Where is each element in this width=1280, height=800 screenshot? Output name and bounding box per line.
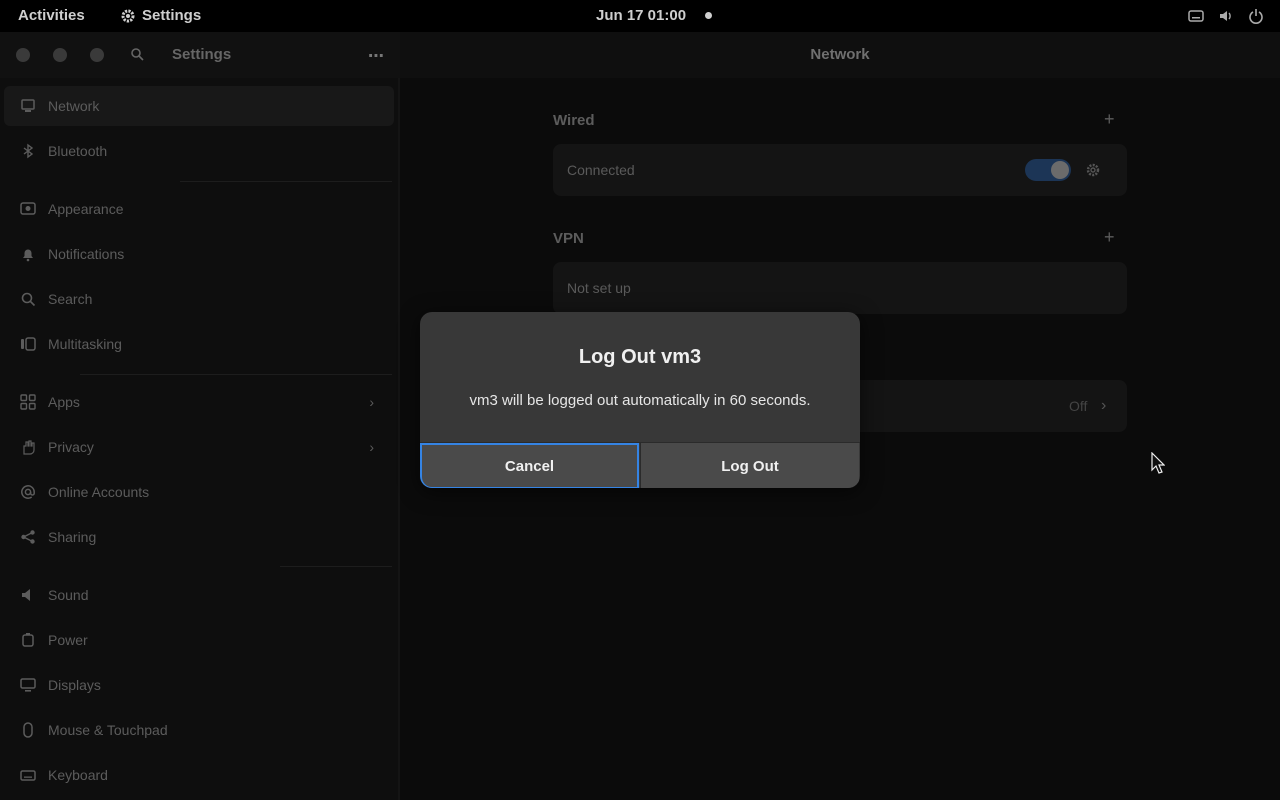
proxy-status: Off <box>1069 398 1088 414</box>
wired-status: Connected <box>567 162 635 178</box>
sidebar-item-bluetooth[interactable]: Bluetooth <box>4 131 394 171</box>
sidebar: Network Bluetooth Appearance Notificatio… <box>0 78 400 800</box>
multitasking-icon <box>21 337 36 351</box>
vpn-section-title: VPN <box>553 230 584 247</box>
vpn-row: Not set up <box>553 262 1127 314</box>
appearance-icon <box>20 202 36 215</box>
bluetooth-icon <box>23 143 34 159</box>
top-bar: Activities Settings Jun 17 01:00 <box>0 0 1280 32</box>
wired-section-title: Wired <box>553 112 595 129</box>
restore-icon[interactable] <box>53 48 67 62</box>
sidebar-item-displays[interactable]: Displays <box>4 665 394 705</box>
keyboard-layout-icon[interactable] <box>1188 8 1204 24</box>
main-header: Network <box>400 32 1280 78</box>
vpn-status: Not set up <box>567 280 631 296</box>
sidebar-item-sound[interactable]: Sound <box>4 575 394 615</box>
gear-icon <box>121 9 135 22</box>
sidebar-item-appearance[interactable]: Appearance <box>4 189 394 229</box>
dialog-title: Log Out vm3 <box>578 346 702 368</box>
sidebar-item-online-accounts[interactable]: Online Accounts <box>4 472 394 512</box>
sidebar-item-label: Power <box>48 632 88 648</box>
wired-connection-row[interactable]: Connected <box>553 144 1127 196</box>
sidebar-item-power[interactable]: Power <box>4 620 394 660</box>
sidebar-item-label: Mouse & Touchpad <box>48 722 168 738</box>
sidebar-item-network[interactable]: Network <box>4 86 394 126</box>
keyboard-icon <box>20 770 36 781</box>
logout-dialog: Log Out vm3 vm3 will be logged out autom… <box>420 312 860 488</box>
add-vpn-icon[interactable]: + <box>1104 227 1115 248</box>
sidebar-item-keyboard[interactable]: Keyboard <box>4 755 394 795</box>
sidebar-item-label: Bluetooth <box>48 143 108 159</box>
dialog-buttons: Cancel Log Out <box>420 442 860 488</box>
sidebar-item-apps[interactable]: Apps › <box>4 382 394 422</box>
sidebar-header: Settings ⋯ <box>0 32 400 78</box>
hand-icon <box>23 440 35 455</box>
chevron-right-icon: › <box>369 394 374 410</box>
search-icon[interactable] <box>130 47 144 61</box>
speaker-icon <box>22 589 30 601</box>
sidebar-item-privacy[interactable]: Privacy › <box>4 427 394 467</box>
sidebar-item-label: Online Accounts <box>48 484 150 500</box>
sidebar-item-label: Multitasking <box>48 336 122 352</box>
log-out-button[interactable]: Log Out <box>640 443 859 488</box>
more-menu-icon[interactable]: ⋯ <box>368 46 385 66</box>
network-icon <box>21 99 35 112</box>
sidebar-item-search[interactable]: Search <box>4 279 394 319</box>
sidebar-separator <box>80 374 392 375</box>
notification-dot-icon <box>705 12 712 19</box>
sidebar-item-notifications[interactable]: Notifications <box>4 234 394 274</box>
sidebar-separator <box>180 181 392 182</box>
sidebar-item-label: Search <box>48 291 93 307</box>
activities-button[interactable]: Activities <box>18 7 85 24</box>
sidebar-separator <box>280 566 392 567</box>
sidebar-item-multitasking[interactable]: Multitasking <box>4 324 394 364</box>
power-icon <box>22 633 34 647</box>
sidebar-item-label: Appearance <box>48 201 124 217</box>
mouse-icon <box>23 722 33 738</box>
chevron-right-icon: › <box>369 439 374 455</box>
minimize-icon[interactable] <box>90 48 104 62</box>
page-title: Network <box>810 46 870 63</box>
sidebar-item-label: Sound <box>48 587 89 603</box>
sidebar-item-sharing[interactable]: Sharing <box>4 517 394 557</box>
system-tray[interactable] <box>1188 8 1264 24</box>
share-icon <box>21 530 35 544</box>
at-icon <box>21 485 35 499</box>
sidebar-item-label: Apps <box>48 394 80 410</box>
mouse-cursor-icon <box>1151 452 1165 474</box>
app-menu[interactable]: Settings <box>120 7 201 24</box>
search-icon <box>21 292 36 307</box>
dialog-message: vm3 will be logged out automatically in … <box>469 392 811 409</box>
display-icon <box>20 678 36 692</box>
clock[interactable]: Jun 17 01:00 <box>596 7 686 24</box>
sidebar-item-label: Network <box>48 98 100 114</box>
sidebar-item-label: Displays <box>48 677 101 693</box>
sidebar-item-label: Keyboard <box>48 767 108 783</box>
wired-toggle[interactable] <box>1025 159 1071 181</box>
close-icon[interactable] <box>16 48 30 62</box>
bell-icon <box>23 249 33 262</box>
sidebar-title: Settings <box>172 46 232 63</box>
sidebar-item-label: Notifications <box>48 246 125 262</box>
chevron-right-icon: › <box>1101 397 1107 414</box>
sidebar-item-label: Sharing <box>48 529 97 545</box>
app-name: Settings <box>142 7 202 24</box>
apps-grid-icon <box>20 394 36 410</box>
sidebar-item-label: Privacy <box>48 439 94 455</box>
power-icon[interactable] <box>1248 8 1264 24</box>
add-wired-icon[interactable]: + <box>1104 109 1115 130</box>
cancel-button[interactable]: Cancel <box>420 443 639 488</box>
gear-icon[interactable] <box>1085 162 1101 178</box>
volume-icon[interactable] <box>1218 8 1234 24</box>
sidebar-item-mouse-touchpad[interactable]: Mouse & Touchpad <box>4 710 394 750</box>
